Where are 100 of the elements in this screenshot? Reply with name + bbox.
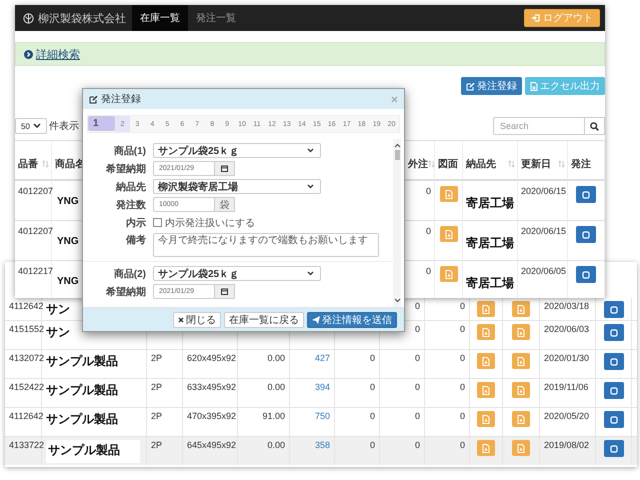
drawing-button[interactable]	[477, 440, 495, 456]
item-tab[interactable]: 1	[88, 116, 115, 131]
checkbox[interactable]	[153, 218, 162, 227]
square-icon	[610, 328, 618, 336]
table-cell: 470x395x92	[187, 411, 236, 421]
drawing-button[interactable]	[512, 382, 530, 398]
square-icon	[610, 306, 618, 314]
destination: 寄居工場	[466, 235, 514, 252]
dialog-button[interactable]: 在庫一覧に戻る	[224, 312, 304, 328]
select-field[interactable]: サンプル袋25ｋｇ	[153, 266, 321, 281]
drawing-button[interactable]	[440, 186, 458, 202]
order-button[interactable]	[604, 382, 624, 399]
drawing-button[interactable]	[512, 440, 530, 456]
table-cell: 2020/03/18	[544, 301, 590, 311]
stock-link[interactable]: 427	[314, 353, 330, 363]
drawing-button[interactable]	[512, 324, 530, 340]
column-header[interactable]: 納品先	[466, 157, 515, 171]
table-cell: 620x495x92	[187, 353, 236, 363]
table-cell: 2P	[151, 353, 162, 363]
dialog-button[interactable]: 発注情報を送信	[307, 312, 397, 328]
square-icon	[610, 386, 618, 394]
field-label: 備考	[126, 234, 146, 247]
stock-link[interactable]: 394	[314, 382, 330, 392]
column-header[interactable]: 発注	[571, 157, 591, 171]
unit-label: 袋	[215, 197, 235, 212]
dialog-button[interactable]: 閉じる	[173, 312, 221, 328]
calendar-button[interactable]	[215, 161, 235, 176]
table-cell: 0	[426, 226, 431, 236]
scroll-thumb[interactable]	[394, 150, 400, 160]
column-header[interactable]: 品番	[18, 157, 49, 171]
logo-icon	[23, 12, 34, 24]
drawing-button[interactable]	[512, 301, 530, 317]
field-label: 希望納期	[106, 286, 146, 298]
remarks-field[interactable]: 今月で終売になりますので端数もお願いします	[153, 233, 379, 257]
calendar-button[interactable]	[215, 284, 235, 299]
select-field[interactable]: サンプル袋25ｋｇ	[153, 143, 321, 158]
close-icon[interactable]	[391, 96, 398, 102]
column-header[interactable]: 更新日	[521, 157, 565, 171]
file-icon	[517, 444, 525, 452]
drawing-button[interactable]	[512, 411, 530, 427]
file-icon	[482, 356, 490, 366]
company-name: 柳沢製袋株式会社	[38, 12, 126, 26]
order-button[interactable]	[604, 301, 624, 318]
drawing-button[interactable]	[440, 266, 458, 282]
drawing-button[interactable]	[440, 226, 458, 242]
drawing-button[interactable]	[477, 324, 495, 340]
stock-link[interactable]: 358	[314, 440, 330, 450]
table-cell: 0	[414, 382, 420, 392]
advanced-search-link[interactable]: 詳細検索	[36, 46, 80, 62]
file-icon	[482, 414, 490, 424]
stock-link[interactable]: 750	[314, 411, 330, 421]
destination: 寄居工場	[466, 275, 514, 292]
action-button[interactable]: 発注登録	[461, 77, 522, 95]
table-cell: 0	[460, 301, 465, 311]
column-header[interactable]: 図面	[438, 157, 458, 171]
search-field[interactable]: Search	[493, 117, 585, 135]
table-cell: 0	[460, 324, 465, 334]
drawing-button[interactable]	[477, 382, 495, 398]
order-button[interactable]	[576, 266, 596, 283]
table-cell: 0	[414, 411, 420, 421]
nav-tab[interactable]: 発注一覧	[188, 5, 244, 31]
table-cell: 4152422	[9, 382, 44, 392]
file-icon	[517, 414, 525, 424]
product-name: サンプル製品	[46, 353, 118, 370]
order-button[interactable]	[604, 440, 624, 457]
order-button[interactable]	[604, 324, 624, 341]
scroll-down-icon[interactable]	[394, 298, 400, 303]
table-cell: 0	[460, 382, 465, 392]
table-cell: 0.00	[267, 353, 285, 363]
table-cell: 0	[414, 353, 420, 363]
file-icon	[444, 230, 452, 238]
table-cell: 0	[414, 440, 420, 450]
search-button[interactable]	[585, 117, 605, 135]
product-name: サン	[46, 324, 70, 341]
drawing-button[interactable]	[477, 301, 495, 317]
chevron-down-icon	[307, 148, 314, 153]
scroll-up-icon[interactable]	[394, 143, 400, 148]
nav-tab[interactable]: 在庫一覧	[132, 5, 188, 31]
drawing-button[interactable]	[477, 353, 495, 369]
drawing-button[interactable]	[512, 353, 530, 369]
drawing-button[interactable]	[477, 411, 495, 427]
page-size-select[interactable]: 50	[15, 118, 47, 134]
order-button[interactable]	[604, 411, 624, 428]
select-field[interactable]: 柳沢製袋寄居工場	[153, 179, 321, 194]
field-label: 商品(1)	[114, 144, 146, 158]
table-cell: 2P	[151, 382, 162, 392]
table-cell: 0	[414, 301, 420, 311]
table-cell: 633x495x92	[187, 382, 236, 392]
field-label: 商品(2)	[114, 267, 146, 280]
table-cell: 2P	[151, 440, 162, 450]
order-button[interactable]	[576, 186, 596, 203]
table-cell: 4012207	[18, 186, 54, 196]
table-cell: 4012207	[18, 226, 54, 236]
order-button[interactable]	[604, 353, 624, 370]
column-header[interactable]: 外注	[408, 157, 435, 171]
file-icon	[482, 444, 490, 452]
edit-icon	[89, 94, 98, 104]
order-button[interactable]	[576, 226, 596, 243]
file-icon	[517, 304, 525, 314]
scrollbar[interactable]	[393, 139, 401, 307]
